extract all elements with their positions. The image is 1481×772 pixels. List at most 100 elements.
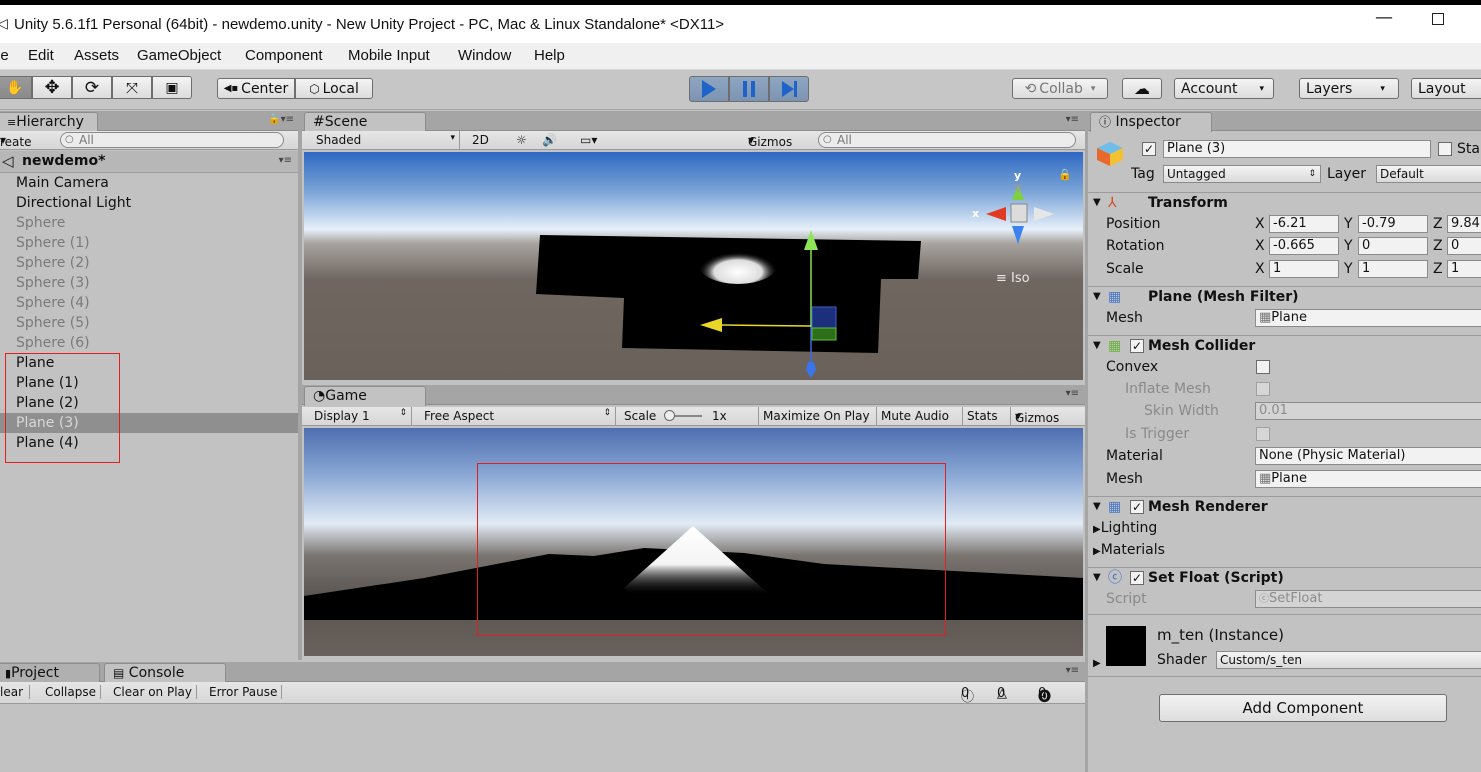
gameobject-name-input[interactable]: Plane (3) — [1163, 140, 1431, 158]
add-component-button[interactable]: Add Component — [1159, 694, 1447, 722]
hierarchy-item[interactable]: Main Camera — [16, 173, 298, 193]
scale-slider-thumb[interactable] — [664, 410, 675, 421]
menu-edit[interactable]: Edit — [28, 47, 54, 64]
rotation-z-field[interactable]: 0 — [1447, 237, 1481, 255]
active-checkbox[interactable]: ✓ — [1142, 142, 1156, 156]
tab-game[interactable]: ◔Game — [304, 386, 426, 406]
title-bar[interactable]: ◁ Unity 5.6.1f1 Personal (64bit) - newde… — [0, 5, 1481, 43]
mesh-filter-mesh-field[interactable]: ▦Plane — [1255, 309, 1481, 327]
minimize-button[interactable]: — — [1374, 9, 1394, 30]
menu-file[interactable]: le — [0, 47, 9, 64]
is-trigger-checkbox[interactable] — [1256, 427, 1270, 441]
hierarchy-item[interactable]: Sphere (4) — [16, 293, 298, 313]
menu-gameobject[interactable]: GameObject — [137, 47, 221, 64]
rotation-y-field[interactable]: 0 — [1358, 237, 1428, 255]
gizmos-dropdown[interactable]: Gizmos ▾ — [748, 133, 792, 149]
mesh-collider-enabled-checkbox[interactable]: ✓ — [1130, 339, 1144, 353]
rotation-z-axis-label[interactable]: Z — [1433, 237, 1443, 255]
panel-menu-icon[interactable]: ▾≡ — [1066, 114, 1079, 125]
mute-audio-toggle[interactable]: Mute Audio — [876, 407, 949, 425]
console-log-area[interactable] — [0, 704, 1085, 772]
menu-assets[interactable]: Assets — [74, 47, 119, 64]
static-checkbox[interactable] — [1438, 142, 1452, 156]
clear-on-play-toggle[interactable]: Clear on Play — [113, 685, 197, 699]
position-z-axis-label[interactable]: Z — [1433, 215, 1443, 233]
move-tool-button[interactable]: ✥ — [32, 76, 72, 99]
position-y-axis-label[interactable]: Y — [1344, 215, 1353, 233]
transform-header[interactable]: ▼ ⅄ Transform — [1088, 192, 1481, 214]
materials-foldout[interactable]: ▶Materials — [1093, 541, 1165, 561]
scale-tool-button[interactable]: ⤧ — [112, 76, 152, 99]
position-y-field[interactable]: -0.79 — [1358, 215, 1428, 233]
menu-help[interactable]: Help — [534, 47, 565, 64]
scale-x-axis-label[interactable]: X — [1255, 260, 1265, 278]
lighting-icon[interactable]: ☼ — [516, 133, 527, 147]
scene-root-row[interactable]: ◁ newdemo* ▾≡ — [0, 151, 298, 173]
iso-label[interactable]: ≡ Iso — [996, 271, 1030, 286]
hierarchy-item[interactable]: Sphere (2) — [16, 253, 298, 273]
game-gizmos-dropdown[interactable]: Gizmos ▾ — [1010, 407, 1059, 425]
hierarchy-search-input[interactable]: All — [60, 132, 284, 148]
panel-menu-icon[interactable]: ▾≡ — [1066, 665, 1079, 676]
scale-y-field[interactable]: 1 — [1358, 260, 1428, 278]
panel-divider[interactable] — [298, 111, 302, 660]
position-z-field[interactable]: 9.84 — [1447, 215, 1481, 233]
collab-button[interactable]: ⟲ Collab ▾ — [1012, 78, 1108, 99]
rotate-tool-button[interactable]: ⟳ — [72, 76, 112, 99]
rect-tool-button[interactable]: ▣ — [152, 76, 192, 99]
hierarchy-item[interactable]: Sphere (1) — [16, 233, 298, 253]
hierarchy-item[interactable]: Directional Light — [16, 193, 298, 213]
pivot-local-button[interactable]: ⬡ Local — [295, 78, 373, 99]
clear-button[interactable]: lear — [0, 685, 31, 699]
script-field[interactable]: ⓒSetFloat — [1255, 590, 1481, 608]
error-pause-toggle[interactable]: Error Pause — [209, 685, 283, 699]
game-viewport[interactable] — [304, 428, 1083, 656]
maximize-on-play-toggle[interactable]: Maximize On Play — [758, 407, 870, 425]
scale-z-field[interactable]: 1 — [1447, 260, 1481, 278]
foldout-closed-icon[interactable]: ▶ — [1093, 655, 1101, 673]
play-button[interactable] — [689, 76, 729, 102]
collider-mesh-field[interactable]: ▦Plane — [1255, 470, 1481, 488]
rotation-x-axis-label[interactable]: X — [1255, 237, 1265, 255]
mesh-renderer-enabled-checkbox[interactable]: ✓ — [1130, 500, 1144, 514]
skin-width-field[interactable]: 0.01 — [1255, 402, 1481, 420]
physic-material-field[interactable]: None (Physic Material) — [1255, 447, 1481, 465]
panel-menu-icon[interactable]: 🔒▾≡ — [268, 114, 294, 125]
rotation-x-field[interactable]: -0.665 — [1269, 237, 1339, 255]
layer-dropdown[interactable]: Default — [1376, 165, 1481, 183]
tab-inspector[interactable]: ⓘ Inspector — [1090, 112, 1212, 132]
lighting-foldout[interactable]: ▶Lighting — [1093, 519, 1157, 539]
shader-dropdown[interactable]: Custom/s_ten — [1216, 651, 1481, 669]
menu-window[interactable]: Window — [458, 47, 511, 64]
aspect-dropdown[interactable]: Free Aspect ⇕ — [418, 407, 616, 425]
maximize-button[interactable] — [1432, 13, 1444, 25]
stats-toggle[interactable]: Stats — [962, 407, 998, 425]
pivot-center-button[interactable]: ◀▪ Center — [217, 78, 295, 99]
menu-mobile-input[interactable]: Mobile Input — [348, 47, 430, 64]
layout-dropdown[interactable]: Layout — [1411, 78, 1481, 99]
set-float-header[interactable]: ▼ ⓒ ✓ Set Float (Script) — [1088, 567, 1481, 589]
hierarchy-item[interactable]: Sphere (6) — [16, 333, 298, 353]
inflate-mesh-checkbox[interactable] — [1256, 382, 1270, 396]
mesh-filter-header[interactable]: ▼ ▦ Plane (Mesh Filter) — [1088, 286, 1481, 308]
pause-button[interactable] — [729, 76, 769, 102]
scale-y-axis-label[interactable]: Y — [1344, 260, 1353, 278]
layers-dropdown[interactable]: Layers ▾ — [1299, 78, 1399, 99]
scene-viewport[interactable]: y x ≡ Iso 🔒 — [304, 152, 1083, 380]
menu-component[interactable]: Component — [245, 47, 323, 64]
tab-console[interactable]: ▤ Console — [104, 663, 226, 683]
cloud-button[interactable]: ☁ — [1122, 78, 1162, 99]
position-x-field[interactable]: -6.21 — [1269, 215, 1339, 233]
panel-menu-icon[interactable]: ▾≡ — [1066, 388, 1079, 399]
collapse-toggle[interactable]: Collapse — [45, 685, 101, 699]
position-x-axis-label[interactable]: X — [1255, 215, 1265, 233]
scene-menu-icon[interactable]: ▾≡ — [279, 155, 292, 166]
tag-dropdown[interactable]: Untagged ⇕ — [1163, 165, 1321, 183]
audio-icon[interactable]: 🔊 — [542, 133, 557, 147]
lock-icon[interactable]: 🔒 — [1058, 168, 1072, 181]
convex-checkbox[interactable] — [1256, 360, 1270, 374]
hierarchy-item[interactable]: Sphere (5) — [16, 313, 298, 333]
create-dropdown[interactable]: reate ▾ — [0, 133, 32, 149]
shading-dropdown[interactable]: Shaded ▾ — [308, 131, 460, 149]
account-dropdown[interactable]: Account ▾ — [1174, 78, 1274, 99]
